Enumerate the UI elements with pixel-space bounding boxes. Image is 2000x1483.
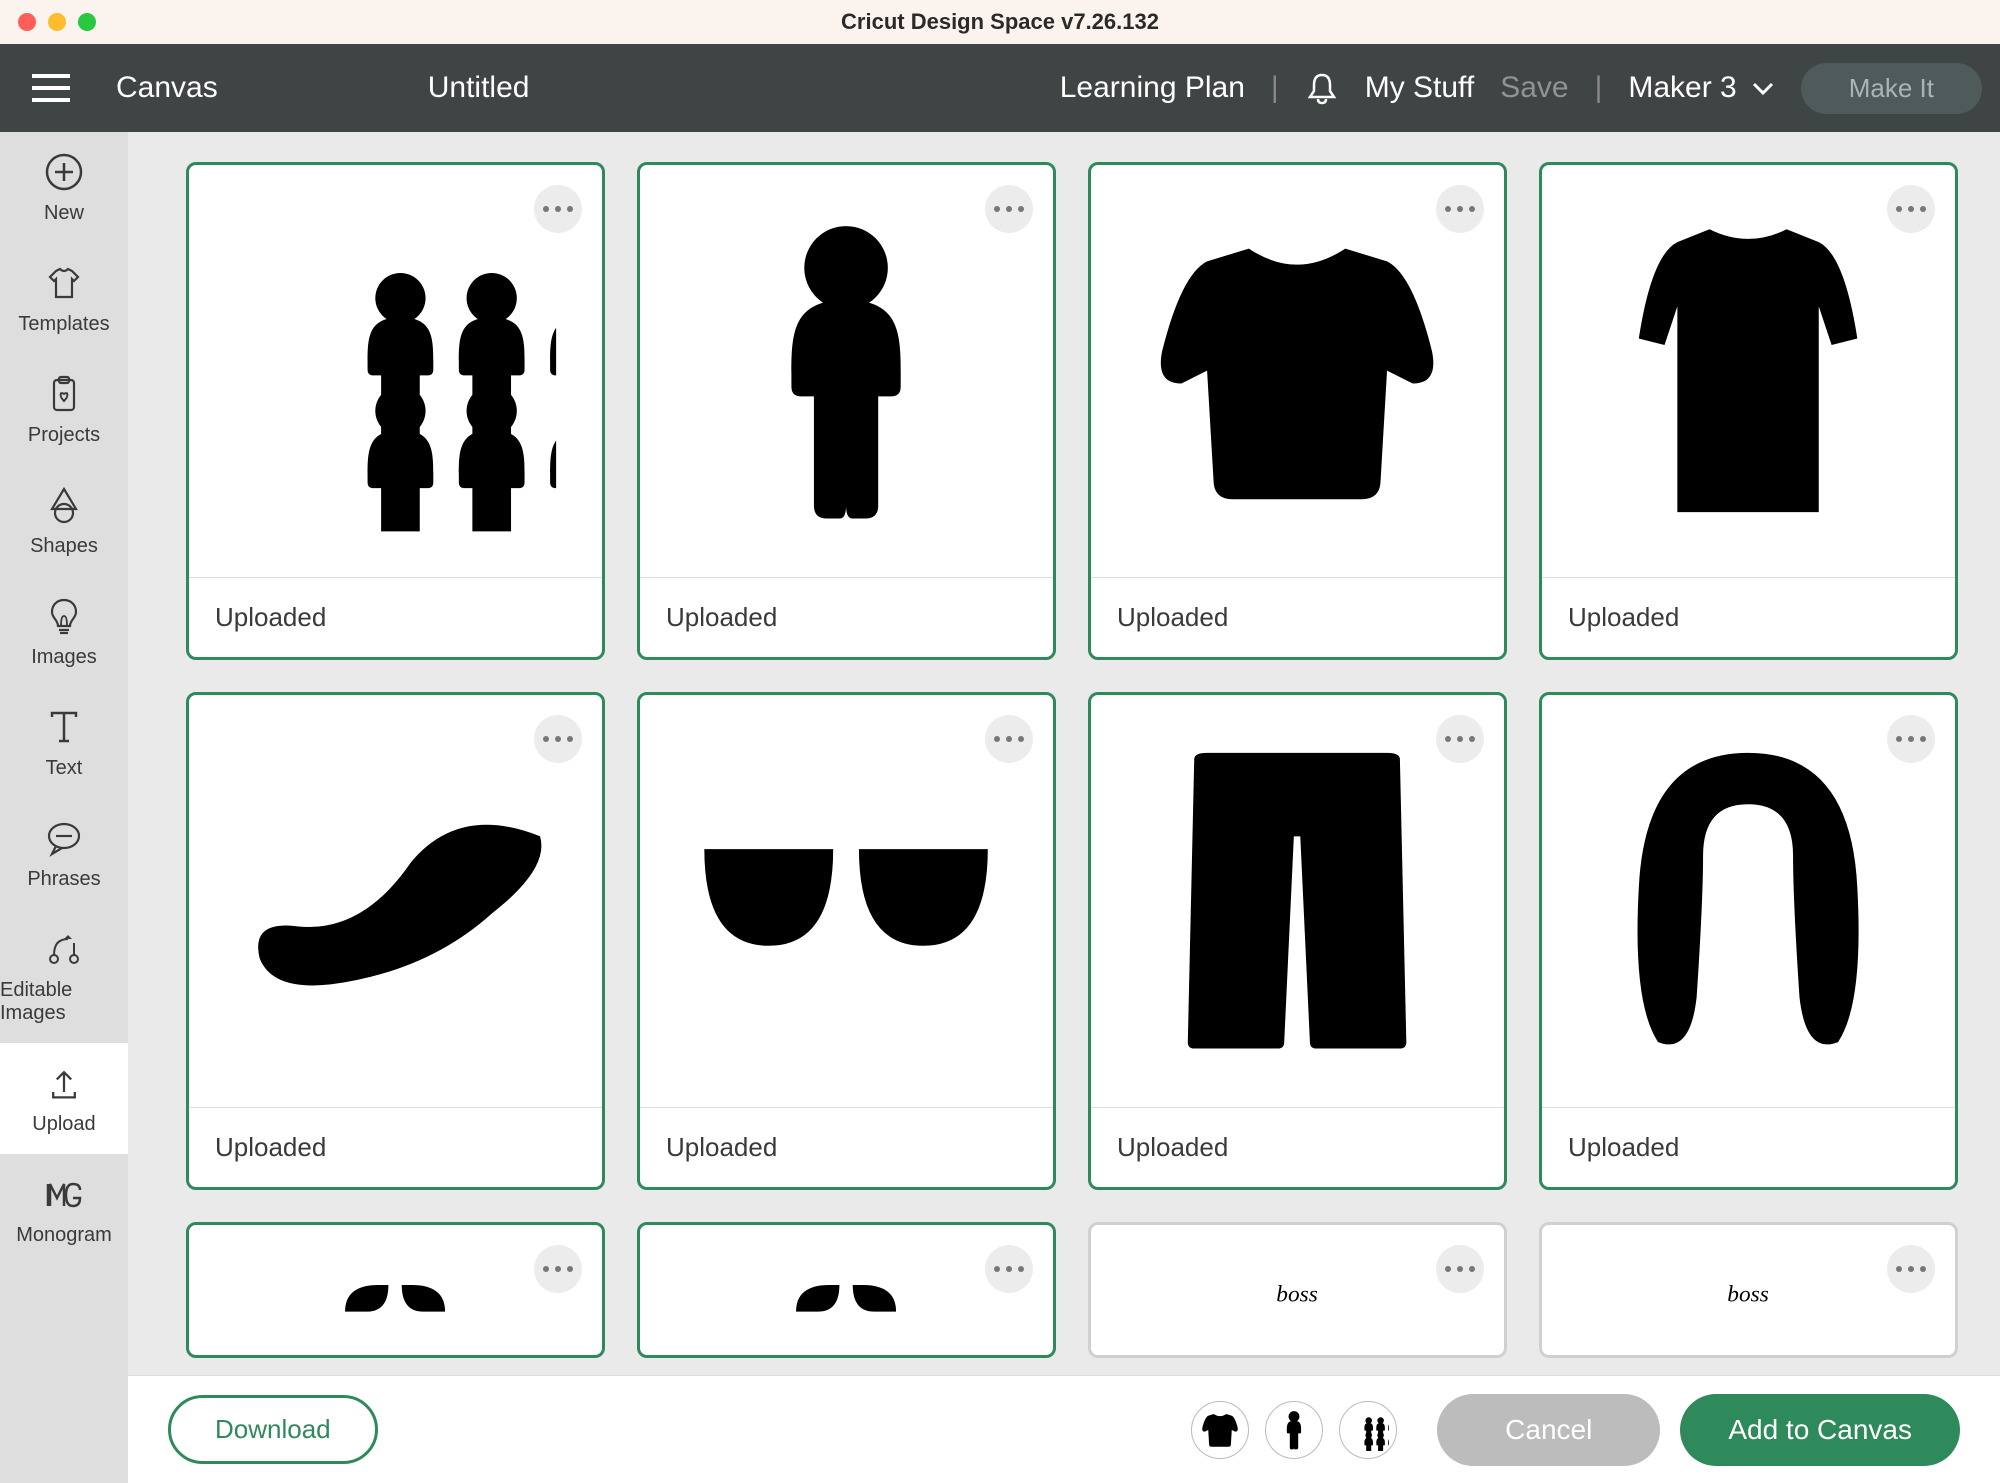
card-preview [1091,695,1504,1107]
sidebar-item-phrases[interactable]: Phrases [0,798,128,909]
card-label: Uploaded [189,1107,602,1187]
window-title: Cricut Design Space v7.26.132 [841,9,1159,35]
card-label: Uploaded [1542,577,1955,657]
node-edit-icon [44,929,84,969]
sidebar: New Templates Projects Shapes Images Text Phra… [0,132,128,1483]
sidebar-item-monogram[interactable]: Monogram [0,1154,128,1265]
notifications-button[interactable] [1305,71,1339,105]
machine-selector[interactable]: Maker 3 [1628,71,1774,105]
project-title: Untitled [428,71,530,105]
card-label: Uploaded [640,1107,1053,1187]
sidebar-item-label: Images [31,646,97,669]
shapes-icon [44,485,84,525]
divider: | [1271,71,1279,105]
make-it-button[interactable]: Make It [1801,63,1982,114]
card-label: Uploaded [640,577,1053,657]
image-card[interactable] [1539,1222,1958,1358]
app-header: Canvas Untitled Learning Plan | My Stuff… [0,44,2000,132]
window-zoom-button[interactable] [78,13,96,31]
image-card[interactable]: Uploaded [186,162,605,660]
image-card[interactable]: Uploaded [637,692,1056,1190]
card-preview [640,165,1053,577]
plus-circle-icon [44,152,84,192]
sidebar-item-label: Projects [28,424,100,447]
monogram-mg-icon [44,1174,84,1214]
menu-button[interactable] [30,72,72,104]
card-label: Uploaded [1542,1107,1955,1187]
sidebar-item-images[interactable]: Images [0,576,128,687]
card-preview [189,165,602,577]
card-label: Uploaded [1091,577,1504,657]
learning-plan-link[interactable]: Learning Plan [1060,71,1245,105]
card-preview [1542,165,1955,577]
image-card[interactable]: Uploaded [1088,162,1507,660]
card-preview [189,1225,602,1355]
image-card[interactable] [186,1222,605,1358]
card-preview [1542,695,1955,1107]
lightbulb-icon [44,596,84,636]
sidebar-item-label: Templates [18,313,109,336]
image-card[interactable]: Uploaded [1539,692,1958,1190]
sidebar-item-new[interactable]: New [0,132,128,243]
sidebar-item-text[interactable]: Text [0,687,128,798]
save-button[interactable]: Save [1500,71,1568,105]
sidebar-item-label: Monogram [16,1224,112,1247]
card-preview [640,695,1053,1107]
sidebar-item-label: Phrases [27,868,100,891]
image-card[interactable]: Uploaded [1088,692,1507,1190]
sidebar-item-label: Shapes [30,535,98,558]
add-to-canvas-button[interactable]: Add to Canvas [1680,1394,1960,1466]
sidebar-item-label: New [44,202,84,225]
sidebar-item-templates[interactable]: Templates [0,243,128,354]
main-grid-area: Uploaded Uploaded Uploaded Uploaded Uploaded… [128,132,2000,1483]
titlebar: Cricut Design Space v7.26.132 [0,0,2000,44]
clipboard-heart-icon [44,374,84,414]
download-button[interactable]: Download [168,1395,378,1464]
card-label: Uploaded [1091,1107,1504,1187]
upload-arrow-icon [46,1063,82,1103]
image-card[interactable]: Uploaded [186,692,605,1190]
sidebar-item-label: Editable Images [0,979,128,1025]
image-card[interactable]: Uploaded [1539,162,1958,660]
sidebar-item-label: Text [46,757,83,780]
divider: | [1595,71,1603,105]
selected-thumb[interactable] [1339,1401,1397,1459]
window-minimize-button[interactable] [48,13,66,31]
cancel-button[interactable]: Cancel [1437,1394,1660,1466]
chevron-down-icon [1751,80,1775,96]
image-card[interactable] [1088,1222,1507,1358]
card-preview [189,695,602,1107]
image-card[interactable] [637,1222,1056,1358]
tshirt-icon [44,263,84,303]
card-preview [1091,1225,1504,1355]
my-stuff-link[interactable]: My Stuff [1365,71,1474,105]
sidebar-item-projects[interactable]: Projects [0,354,128,465]
selected-thumb[interactable] [1191,1401,1249,1459]
card-preview [640,1225,1053,1355]
sidebar-item-label: Upload [32,1113,95,1136]
sidebar-item-upload[interactable]: Upload [0,1043,128,1154]
speech-bubble-icon [44,818,84,858]
image-card[interactable]: Uploaded [637,162,1056,660]
sidebar-item-editable-images[interactable]: Editable Images [0,909,128,1043]
text-t-icon [44,707,84,747]
card-label: Uploaded [189,577,602,657]
hamburger-icon [30,72,72,104]
window-close-button[interactable] [18,13,36,31]
bell-icon [1305,71,1339,105]
machine-name: Maker 3 [1628,71,1736,105]
card-preview [1542,1225,1955,1355]
sidebar-item-shapes[interactable]: Shapes [0,465,128,576]
bottom-action-bar: Download Cancel Add to Canvas [128,1375,2000,1483]
card-preview [1091,165,1504,577]
selected-thumb[interactable] [1265,1401,1323,1459]
canvas-link[interactable]: Canvas [116,71,218,105]
